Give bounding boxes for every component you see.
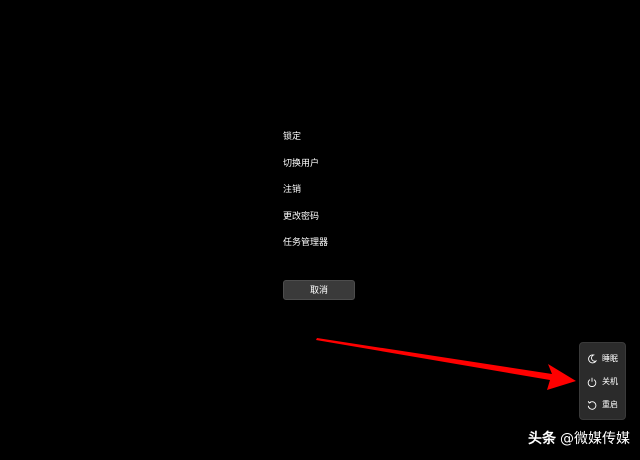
sleep-option[interactable]: 睡眠	[580, 347, 625, 370]
change-password-option[interactable]: 更改密码	[283, 208, 328, 235]
power-icon	[587, 377, 597, 387]
switch-user-option[interactable]: 切换用户	[283, 155, 328, 182]
task-manager-option[interactable]: 任务管理器	[283, 234, 328, 261]
sleep-label: 睡眠	[602, 354, 618, 363]
restart-label: 重启	[602, 400, 618, 409]
security-options-menu: 锁定 切换用户 注销 更改密码 任务管理器	[283, 128, 328, 261]
watermark-handle: @微媒传媒	[560, 431, 630, 447]
lock-option[interactable]: 锁定	[283, 128, 328, 155]
power-flyout-menu: 睡眠 关机 重启	[579, 342, 626, 420]
moon-icon	[588, 354, 597, 363]
restart-icon	[587, 400, 597, 410]
watermark: 头条 @微媒传媒	[528, 428, 630, 448]
cancel-button[interactable]: 取消	[283, 280, 355, 300]
shutdown-label: 关机	[602, 377, 618, 386]
sign-out-option[interactable]: 注销	[283, 181, 328, 208]
shutdown-option[interactable]: 关机	[580, 370, 625, 393]
restart-option[interactable]: 重启	[580, 393, 625, 416]
watermark-brand: 头条	[528, 431, 556, 447]
